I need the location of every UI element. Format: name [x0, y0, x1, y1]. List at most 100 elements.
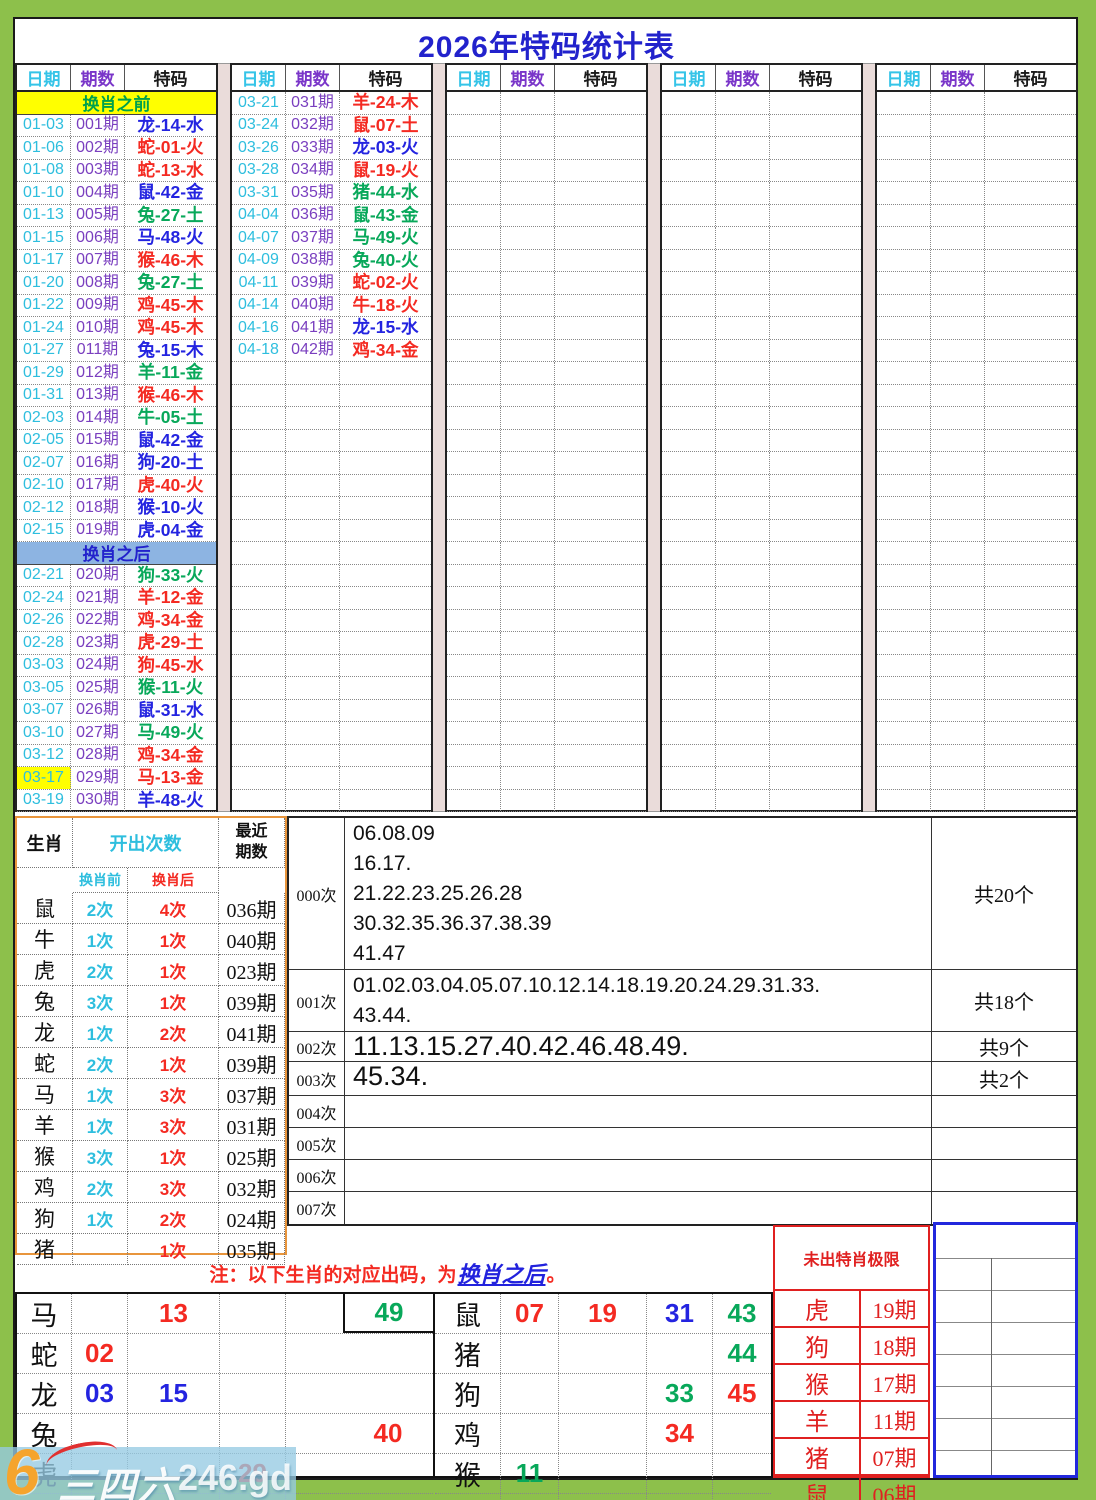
empty-draw-row — [447, 519, 646, 542]
code-cell: 15 — [128, 1374, 220, 1413]
code-cell — [286, 1294, 343, 1333]
date-cell: 01-15 — [17, 227, 71, 249]
empty-draw-row — [877, 699, 1076, 722]
period-cell: 018期 — [71, 497, 125, 519]
limit-period-cell: 17期 — [872, 1371, 917, 1397]
empty-draw-row — [877, 384, 1076, 407]
empty-draw-row — [447, 137, 646, 160]
date-cell: 03-07 — [17, 699, 71, 721]
stats-row: 牛 1次 1次 040期 — [17, 924, 285, 955]
code-cell — [713, 1454, 771, 1493]
limit-rows: 虎 19期 狗 18期 猴 17期 羊 11期 猪 07期 鼠 06期 — [775, 1291, 928, 1500]
period-cell: 007期 — [71, 249, 125, 271]
stats-header-row-1: 生肖 开出次数 最近 期数 — [17, 818, 285, 868]
period-cell: 002期 — [71, 137, 125, 159]
empty-draw-row — [877, 272, 1076, 295]
empty-draw-row — [877, 339, 1076, 362]
zodiac-cell: 鸡 — [17, 1172, 73, 1203]
draw-row: 02-28 023期 虎-29-土 — [17, 632, 216, 655]
limit-row: 狗 18期 — [775, 1328, 928, 1365]
frequency-table: 000次 06.08.09 16.17. 21.22.23.25.26.28 3… — [287, 816, 1078, 1226]
codes-row: 猴 11 — [435, 1454, 771, 1494]
code-cell: 24 — [559, 1494, 647, 1500]
code-cell: 牛-05-土 — [137, 407, 204, 427]
draw-row: 02-07 016期 狗-20-土 — [17, 452, 216, 475]
date-cell: 01-31 — [17, 384, 71, 406]
date-cell: 01-03 — [17, 114, 71, 136]
grid-line — [936, 1322, 1075, 1323]
limit-period-cell: 06期 — [872, 1482, 917, 1500]
draw-row: 01-24 010期 鸡-45-木 — [17, 317, 216, 340]
date-cell: 02-03 — [17, 407, 71, 429]
zodiac-cell: 狗 — [17, 1203, 73, 1234]
date-cell: 04-11 — [232, 272, 286, 294]
empty-draw-row — [447, 699, 646, 722]
date-cell: 02-12 — [17, 497, 71, 519]
note-text: 注：以下生肖的对应出码，为 换肖之后。 — [15, 1257, 760, 1289]
empty-draw-row — [447, 159, 646, 182]
code-header: 特码 — [153, 70, 188, 89]
frequency-numbers — [345, 1192, 932, 1224]
empty-draw-row — [662, 699, 861, 722]
empty-draw-row — [447, 609, 646, 632]
frequency-total — [932, 1192, 1076, 1224]
codes-row: 鸡 34 — [435, 1414, 771, 1454]
after-count-cell: 1次 — [128, 924, 219, 955]
empty-draw-row — [662, 362, 861, 385]
recent-header: 最近 期数 — [219, 818, 285, 868]
draw-table-group-4: 日期 期数 特码 — [660, 63, 863, 812]
empty-draw-row — [232, 452, 431, 475]
draw-row: 04-14 040期 牛-18-火 — [232, 294, 431, 317]
code-cell: 羊-12-金 — [137, 587, 204, 607]
frequency-numbers: 06.08.09 16.17. 21.22.23.25.26.28 30.32.… — [345, 818, 932, 969]
codes-row: 猪 44 — [435, 1334, 771, 1374]
empty-draw-row — [662, 767, 861, 790]
frequency-label: 004次 — [289, 1096, 345, 1127]
grid-line — [936, 1386, 1075, 1387]
date-cell: 01-13 — [17, 204, 71, 226]
empty-draw-row — [232, 587, 431, 610]
period-header: 期数 — [501, 65, 555, 90]
date-cell: 01-22 — [17, 294, 71, 316]
frequency-numbers — [345, 1128, 932, 1159]
code-cell: 鸡-45-木 — [137, 294, 204, 315]
frequency-label: 005次 — [289, 1128, 345, 1159]
stats-row: 鼠 2次 4次 036期 — [17, 893, 285, 924]
limit-period-cell: 19期 — [872, 1297, 917, 1323]
empty-draw-row — [232, 429, 431, 452]
period-cell: 008期 — [71, 272, 125, 294]
after-count-cell: 1次 — [128, 955, 219, 986]
code-cell: 狗-45-水 — [137, 654, 204, 675]
code-cell: 鸡-45-木 — [137, 317, 204, 337]
period-cell: 042期 — [286, 339, 340, 361]
empty-draw-row — [447, 384, 646, 407]
recent-period-cell: 039期 — [219, 986, 285, 1017]
draw-table-header: 日期 期数 特码 — [662, 65, 861, 92]
period-cell: 037期 — [286, 227, 340, 249]
draw-row: 02-26 022期 鸡-34-金 — [17, 609, 216, 632]
code-cell: 羊-24-木 — [352, 92, 419, 112]
frequency-total: 共2个 — [979, 1070, 1029, 1092]
period-cell: 009期 — [71, 294, 125, 316]
codes-row: 狗 33 45 — [435, 1374, 771, 1414]
empty-draw-row — [447, 677, 646, 700]
code-cell: 鸡-34-金 — [352, 339, 419, 360]
zodiac-cell: 兔 — [17, 986, 73, 1017]
empty-draw-row — [662, 114, 861, 137]
draw-row: 02-05 015期 鼠-42-金 — [17, 429, 216, 452]
limit-box-title: 未出特肖极限 — [775, 1227, 928, 1291]
code-cell: 49 — [343, 1294, 433, 1333]
code-cell — [559, 1414, 647, 1453]
date-cell: 01-20 — [17, 272, 71, 294]
before-count-cell: 3次 — [73, 986, 128, 1017]
empty-rows — [877, 92, 1076, 812]
stats-rows: 鼠 2次 4次 036期 牛 1次 1次 040期 虎 2次 1次 023期 兔… — [17, 893, 285, 1265]
period-cell: 040期 — [286, 294, 340, 316]
recent-period-cell: 024期 — [219, 1203, 285, 1234]
recent-period-cell: 025期 — [219, 1141, 285, 1172]
period-cell: 022期 — [71, 609, 125, 631]
code-cell — [72, 1294, 128, 1333]
before-count-cell: 1次 — [73, 1079, 128, 1110]
empty-draw-row — [232, 654, 431, 677]
date-cell: 01-06 — [17, 137, 71, 159]
